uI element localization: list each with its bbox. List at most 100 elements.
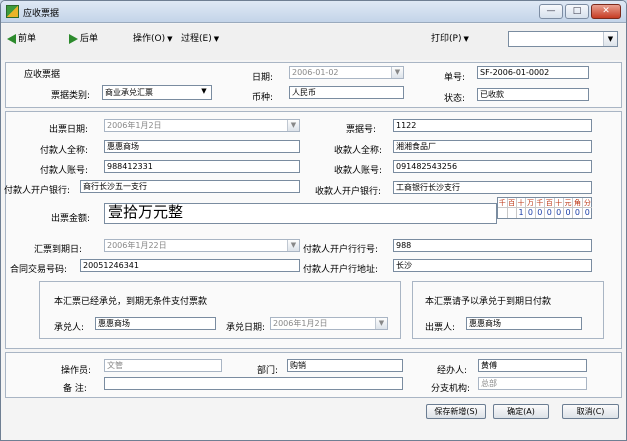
issue-date-label: 出票日期: [49, 125, 89, 135]
handler-value: 黄傅 [481, 361, 497, 370]
bill-type-select[interactable]: 商业承兑汇票 ▼ [102, 85, 212, 100]
amount-digit: 0 [584, 208, 590, 217]
arrow-right-icon [69, 33, 78, 44]
amount-unit: 百 [545, 199, 554, 208]
payee-name-field[interactable]: 湘湘食品厂 [393, 140, 592, 153]
drawer-request-text: 本汇票请予以承兑于到期日付款 [425, 297, 552, 307]
dept-field[interactable]: 购销 [287, 359, 403, 372]
due-date-label: 汇票到期日: [34, 245, 83, 255]
operator-label: 操作员: [61, 366, 92, 376]
chevron-down-icon[interactable]: ▼ [391, 67, 403, 78]
amount-cell: 十1 [516, 198, 527, 218]
drawer-value: 惠惠商场 [469, 319, 501, 328]
payer-bank-field[interactable]: 商行长沙五一支行 [80, 180, 300, 193]
payee-bank-value: 工商银行长沙支行 [396, 183, 460, 192]
chevron-down-icon: ▼ [463, 35, 469, 43]
drawer-box: 本汇票请予以承兑于到期日付款 出票人: 惠惠商场 [412, 281, 604, 339]
next-button[interactable]: 后单 [69, 31, 98, 47]
acceptor-field[interactable]: 惠惠商场 [95, 317, 216, 330]
chevron-down-icon[interactable]: ▼ [287, 120, 299, 131]
amount-digit: 1 [518, 208, 524, 217]
docno-field[interactable]: SF-2006-01-0002 [477, 66, 589, 79]
cancel-button[interactable]: 取消(C) [562, 404, 619, 419]
payer-account-value: 988412331 [107, 162, 153, 171]
amount-cell: 百0 [545, 198, 555, 218]
operator-field[interactable]: 文管 [104, 359, 222, 372]
note-field[interactable] [104, 377, 403, 390]
due-date-field[interactable]: 2006年1月22日 ▼ [104, 239, 300, 252]
payer-bank-addr-label: 付款人开户行地址: [303, 265, 379, 275]
operate-label: 操作(O) [133, 34, 166, 44]
amount-cell: 分0 [582, 198, 593, 218]
amount-unit: 十 [554, 199, 563, 208]
contract-field[interactable]: 20051246341 [80, 259, 300, 272]
amount-unit: 百 [507, 199, 516, 208]
branch-field[interactable]: 总部 [478, 377, 587, 390]
currency-field[interactable]: 人民币 [289, 86, 404, 99]
close-button[interactable]: ✕ [591, 4, 621, 19]
bill-no-label: 票据号: [346, 125, 377, 135]
amount-cell: 千 [498, 198, 508, 218]
handler-field[interactable]: 黄傅 [478, 359, 587, 372]
chevron-down-icon[interactable]: ▼ [197, 86, 211, 99]
amount-cell: 元0 [563, 198, 574, 218]
payer-bank-addr-value: 长沙 [396, 261, 412, 270]
docno-value: SF-2006-01-0002 [480, 68, 550, 77]
branch-value: 总部 [481, 379, 497, 388]
accept-date-field[interactable]: 2006年1月2日 ▼ [270, 317, 388, 330]
branch-label: 分支机构: [431, 384, 471, 394]
arrow-left-icon [7, 33, 16, 44]
payer-bank-no-field[interactable]: 988 [393, 239, 592, 252]
operate-menu[interactable]: 操作(O) ▼ [133, 31, 173, 47]
bill-no-value: 1122 [396, 121, 417, 130]
amount-unit: 角 [573, 199, 582, 208]
issue-date-value: 2006年1月2日 [107, 121, 162, 130]
payer-bank-label: 付款人开户银行: [4, 186, 71, 196]
payer-account-field[interactable]: 988412331 [104, 160, 300, 173]
issue-date-field[interactable]: 2006年1月2日 ▼ [104, 119, 300, 132]
payee-bank-label: 收款人开户银行: [315, 187, 382, 197]
prev-button[interactable]: 前单 [7, 31, 36, 47]
accept-date-value: 2006年1月2日 [273, 319, 328, 328]
payee-bank-field[interactable]: 工商银行长沙支行 [393, 181, 592, 194]
print-menu[interactable]: 打印(P) ▼ [431, 31, 469, 47]
chevron-down-icon[interactable]: ▼ [287, 240, 299, 251]
chevron-down-icon[interactable]: ▼ [603, 32, 617, 46]
minimize-button[interactable]: — [539, 4, 563, 19]
acceptance-box: 本汇票已经承兑，到期无条件支付票款 承兑人: 惠惠商场 承兑日期: 2006年1… [39, 281, 401, 339]
date-field[interactable]: 2006-01-02 ▼ [289, 66, 404, 79]
amount-words-value: 壹拾万元整 [108, 203, 184, 221]
contract-label: 合同交易号码: [10, 265, 68, 275]
save-new-button[interactable]: 保存新增(S) [426, 404, 486, 419]
amount-digit-grid: 千 百 十1 万0 千0 百0 十0 元0 角0 分0 [497, 197, 593, 219]
payer-bank-addr-field[interactable]: 长沙 [393, 259, 592, 272]
amount-digit: 0 [527, 208, 533, 217]
print-label: 打印(P) [431, 34, 462, 44]
payer-bank-no-value: 988 [396, 241, 412, 250]
chevron-down-icon[interactable]: ▼ [375, 318, 387, 329]
ok-button[interactable]: 确定(A) [493, 404, 549, 419]
status-label: 状态: [444, 94, 466, 104]
payer-name-value: 惠惠商场 [107, 142, 139, 151]
acceptance-text: 本汇票已经承兑，到期无条件支付票款 [54, 297, 208, 307]
bill-no-field[interactable]: 1122 [393, 119, 592, 132]
amount-digit: 0 [574, 208, 580, 217]
chevron-down-icon: ▼ [213, 35, 220, 43]
title-bar: 应收票据 — □ ✕ [1, 1, 626, 23]
operator-value: 文管 [107, 361, 123, 370]
amount-cell: 万0 [526, 198, 536, 218]
due-date-value: 2006年1月22日 [107, 241, 167, 250]
dept-label: 部门: [257, 366, 279, 376]
drawer-field[interactable]: 惠惠商场 [466, 317, 582, 330]
maximize-button[interactable]: □ [565, 4, 589, 19]
acceptor-label: 承兑人: [54, 323, 85, 333]
print-template-select[interactable]: ▼ [508, 31, 618, 47]
window-title: 应收票据 [23, 9, 60, 19]
payer-name-field[interactable]: 惠惠商场 [104, 140, 300, 153]
header-panel: 应收票据 票据类别: 商业承兑汇票 ▼ 日期: 2006-01-02 ▼ 币种:… [5, 62, 622, 108]
process-menu[interactable]: 过程(E) ▼ [181, 31, 219, 47]
amount-unit: 千 [498, 199, 507, 208]
amount-unit: 十 [516, 199, 526, 208]
amount-unit: 分 [582, 199, 593, 208]
payee-account-field[interactable]: 091482543256 [393, 160, 592, 173]
